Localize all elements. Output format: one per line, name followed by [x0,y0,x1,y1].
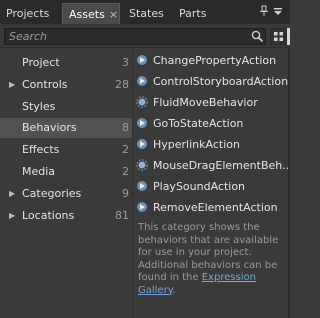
tab-parts[interactable]: Parts [179,3,206,24]
link-text: Expression [201,272,257,283]
category-label: Controls [22,78,68,91]
action-icon [137,76,147,86]
behavior-label: FluidMoveBehavior [153,96,258,109]
category-description: This category shows the behaviors that a… [138,222,284,297]
tab-states[interactable]: States [129,3,164,24]
category-categories[interactable]: ▶ Categories 9 [0,184,132,204]
category-behaviors[interactable]: Behaviors 8 [0,118,132,138]
list-view-icon[interactable] [287,28,290,45]
link-text: Gallery [138,284,173,296]
pin-icon[interactable] [258,5,270,17]
behavior-item[interactable]: MouseDragElementBeh... [136,155,288,176]
category-locations[interactable]: ▶ Locations 81 [0,206,132,226]
panel-right-edge [288,47,290,318]
action-icon [137,118,147,128]
category-count: 2 [122,143,129,156]
close-icon[interactable]: × [109,8,118,21]
behavior-item[interactable]: HyperlinkAction [136,134,288,155]
search-input[interactable] [5,29,229,44]
behavior-item[interactable]: ChangePropertyAction [136,50,288,71]
behavior-item[interactable]: GoToStateAction [136,113,288,134]
pane-splitter[interactable] [132,47,133,318]
category-effects[interactable]: Effects 2 [0,140,132,160]
expand-arrow-icon[interactable]: ▶ [9,75,15,95]
tab-label: Parts [179,7,207,20]
category-project[interactable]: Project 3 [0,53,132,73]
action-icon [137,55,147,65]
category-label: Project [22,56,60,69]
behavior-label: ChangePropertyAction [153,54,277,67]
behavior-label: MouseDragElementBeh... [153,159,288,172]
expand-arrow-icon[interactable]: ▶ [9,184,15,204]
category-count: 28 [115,78,129,91]
category-count: 9 [122,187,129,200]
behavior-item[interactable]: ControlStoryboardAction [136,71,288,92]
action-icon [137,139,147,149]
tab-label: Assets [69,8,105,21]
grid-view-icon[interactable] [270,28,287,45]
search-icon[interactable] [251,30,264,43]
behavior-label: GoToStateAction [153,117,244,130]
category-count: 3 [122,56,129,69]
category-count: 2 [122,165,129,178]
category-label: Categories [22,187,82,200]
category-controls[interactable]: ▶ Controls 28 [0,75,132,95]
expand-arrow-icon[interactable]: ▶ [9,206,15,226]
category-media[interactable]: Media 2 [0,162,132,182]
behavior-label: ControlStoryboardAction [153,75,288,88]
behavior-label: HyperlinkAction [153,138,240,151]
menu-icon[interactable] [273,7,283,17]
behavior-item[interactable]: FluidMoveBehavior [136,92,288,113]
behavior-item[interactable]: PlaySoundAction [136,176,288,197]
tab-assets[interactable]: Assets × [62,3,120,24]
description-end: . [172,284,176,296]
category-styles[interactable]: Styles [0,97,132,117]
category-count: 81 [115,209,129,222]
category-label: Effects [22,143,60,156]
action-icon [137,181,147,191]
behavior-label: RemoveElementAction [153,201,278,214]
category-label: Media [22,165,56,178]
behavior-label: PlaySoundAction [153,180,246,193]
tab-bar: Projects Assets × States Parts [0,0,290,24]
tab-label: Projects [6,7,50,20]
behavior-icon [136,159,148,171]
category-count: 8 [122,121,129,134]
toolbar-divider [0,47,290,48]
category-label: Locations [22,209,75,222]
action-icon [137,202,147,212]
tab-projects[interactable]: Projects [6,3,49,24]
category-label: Behaviors [22,121,77,134]
tab-label: States [129,7,164,20]
behavior-icon [136,96,148,108]
category-label: Styles [22,100,56,113]
behavior-item[interactable]: RemoveElementAction [136,197,288,218]
search-box [4,28,266,45]
